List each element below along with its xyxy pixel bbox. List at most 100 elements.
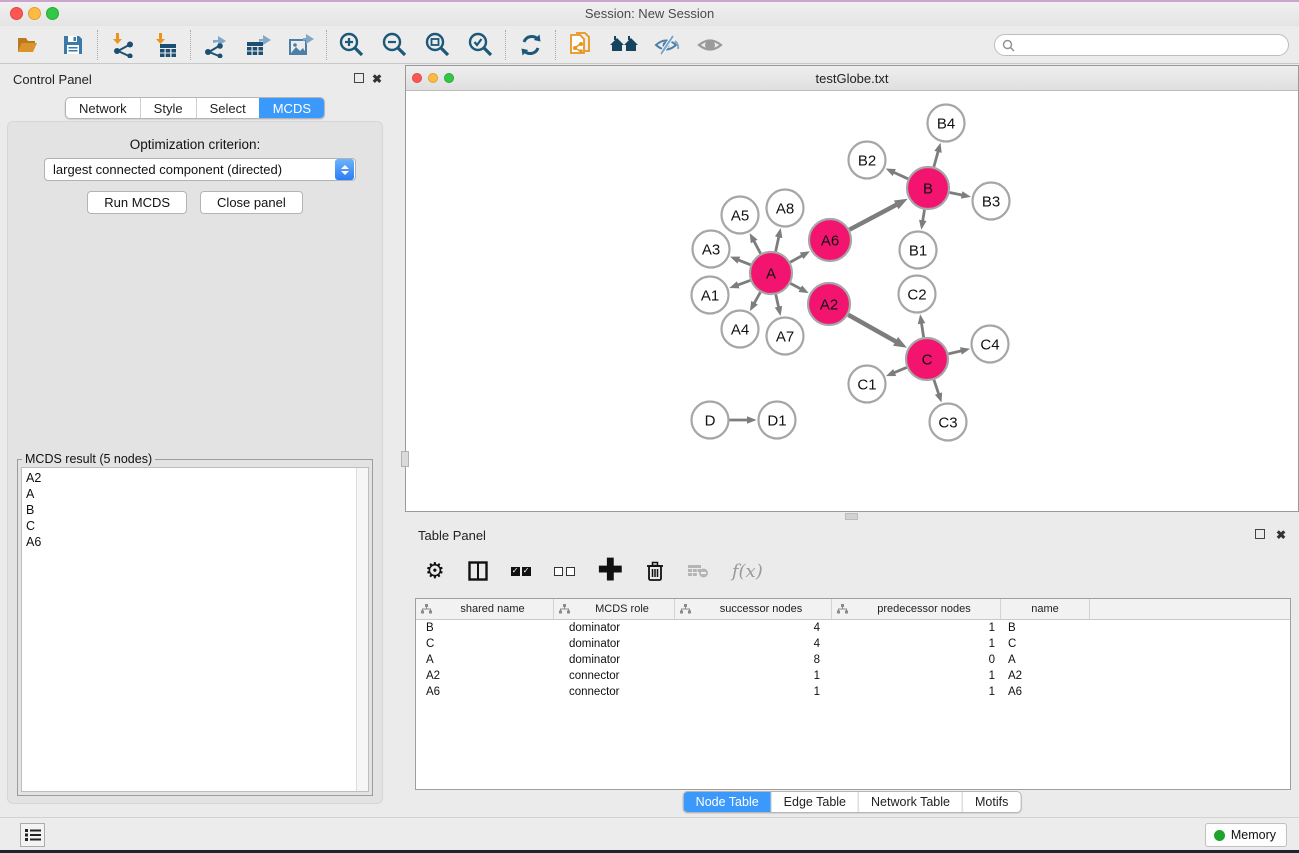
edge-A-A8[interactable] xyxy=(776,236,779,251)
float-panel-button[interactable] xyxy=(354,73,366,85)
mcds-result-item[interactable]: A2 xyxy=(22,470,368,486)
apply-layout-button[interactable] xyxy=(509,28,552,62)
criterion-select[interactable]: largest connected component (directed) xyxy=(44,158,356,181)
column-header-name[interactable]: name xyxy=(1001,599,1090,619)
zoom-fit-button[interactable] xyxy=(416,28,459,62)
node-B4[interactable]: B4 xyxy=(928,105,965,142)
node-C3[interactable]: C3 xyxy=(930,404,967,441)
run-mcds-button[interactable]: Run MCDS xyxy=(87,191,187,214)
mcds-result-item[interactable]: A6 xyxy=(22,534,368,550)
delete-columns-button[interactable] xyxy=(646,561,664,582)
tab-node-table[interactable]: Node Table xyxy=(684,792,771,812)
delete-table-button[interactable] xyxy=(687,563,709,579)
table-row[interactable]: A2connector11A2 xyxy=(416,668,1290,684)
node-D1[interactable]: D1 xyxy=(759,402,796,439)
export-image-button[interactable] xyxy=(280,28,323,62)
search-input[interactable] xyxy=(1019,36,1288,54)
edge-B-B1[interactable] xyxy=(923,210,925,222)
edge-B-B3[interactable] xyxy=(950,192,963,195)
open-browser-button[interactable] xyxy=(602,28,645,62)
table-row[interactable]: Cdominator41C xyxy=(416,636,1290,652)
node-B[interactable]: B xyxy=(907,167,949,209)
node-A6[interactable]: A6 xyxy=(809,219,851,261)
edge-A-A6[interactable] xyxy=(790,255,802,262)
mcds-result-item[interactable]: C xyxy=(22,518,368,534)
node-D[interactable]: D xyxy=(692,402,729,439)
node-A5[interactable]: A5 xyxy=(722,197,759,234)
node-A2[interactable]: A2 xyxy=(808,283,850,325)
open-file-button[interactable] xyxy=(8,28,51,62)
zoom-out-button[interactable] xyxy=(373,28,416,62)
scrollbar-track[interactable] xyxy=(356,468,368,791)
edge-A-A7[interactable] xyxy=(776,294,779,307)
edge-B-B2[interactable] xyxy=(893,172,908,179)
create-column-button[interactable]: ✚ xyxy=(598,559,623,583)
table-settings-button[interactable]: ⚙ xyxy=(425,560,445,582)
node-A7[interactable]: A7 xyxy=(767,318,804,355)
table-row[interactable]: Adominator80A xyxy=(416,652,1290,668)
node-A[interactable]: A xyxy=(750,252,792,294)
node-C4[interactable]: C4 xyxy=(972,326,1009,363)
close-panel-button[interactable]: Close panel xyxy=(200,191,303,214)
close-table-panel-icon[interactable]: ✖ xyxy=(1275,529,1287,541)
edge-C-C3[interactable] xyxy=(934,380,939,395)
new-network-button[interactable] xyxy=(559,28,602,62)
mcds-result-list[interactable]: A2ABCA6 xyxy=(21,467,369,792)
table-row[interactable]: Bdominator41B xyxy=(416,620,1290,636)
edge-A-A3[interactable] xyxy=(738,260,751,265)
float-table-panel-button[interactable] xyxy=(1255,529,1267,541)
close-panel-icon[interactable]: ✖ xyxy=(371,73,383,85)
task-history-button[interactable] xyxy=(20,823,45,847)
function-builder-button[interactable]: f(x) xyxy=(732,561,763,582)
edge-A-A5[interactable] xyxy=(754,241,761,254)
node-C[interactable]: C xyxy=(906,338,948,380)
edge-C-C2[interactable] xyxy=(921,323,923,338)
edge-A6-B[interactable] xyxy=(849,204,897,229)
column-header-predecessor-nodes[interactable]: predecessor nodes xyxy=(832,599,1001,619)
edge-B-B4[interactable] xyxy=(934,151,938,167)
show-all-button[interactable] xyxy=(688,28,731,62)
column-header-MCDS-role[interactable]: MCDS role xyxy=(554,599,675,619)
column-header-shared-name[interactable]: shared name xyxy=(416,599,554,619)
node-A4[interactable]: A4 xyxy=(722,311,759,348)
tab-mcds[interactable]: MCDS xyxy=(259,98,324,118)
tab-select[interactable]: Select xyxy=(196,98,259,118)
node-A1[interactable]: A1 xyxy=(692,277,729,314)
export-network-button[interactable] xyxy=(194,28,237,62)
tab-style[interactable]: Style xyxy=(140,98,196,118)
import-network-button[interactable] xyxy=(101,28,144,62)
node-C2[interactable]: C2 xyxy=(899,276,936,313)
show-columns-button[interactable] xyxy=(468,561,488,581)
node-B1[interactable]: B1 xyxy=(900,232,937,269)
save-session-button[interactable] xyxy=(51,28,94,62)
node-B3[interactable]: B3 xyxy=(973,183,1010,220)
select-all-columns-button[interactable] xyxy=(511,567,531,576)
edge-A-A4[interactable] xyxy=(754,292,760,303)
mcds-result-item[interactable]: B xyxy=(22,502,368,518)
edge-A-A1[interactable] xyxy=(737,280,750,285)
edge-A-A2[interactable] xyxy=(790,283,801,289)
export-table-button[interactable] xyxy=(237,28,280,62)
node-A8[interactable]: A8 xyxy=(767,190,804,227)
node-A3[interactable]: A3 xyxy=(693,231,730,268)
network-canvas[interactable]: A A1 A2 A3 A4 A5 A6 A7 A8 B B1 B2 B3 B4 C C1 C2 C3 C4 D D1 xyxy=(407,91,1298,511)
table-row[interactable]: A6connector11A6 xyxy=(416,684,1290,700)
tab-network-table[interactable]: Network Table xyxy=(858,792,962,812)
splitter-grip[interactable] xyxy=(845,513,858,520)
edge-C-C4[interactable] xyxy=(948,351,961,354)
node-C1[interactable]: C1 xyxy=(849,366,886,403)
node-B2[interactable]: B2 xyxy=(849,142,886,179)
hide-selected-button[interactable] xyxy=(645,28,688,62)
zoom-selected-button[interactable] xyxy=(459,28,502,62)
edge-A2-C[interactable] xyxy=(848,315,896,342)
mcds-result-item[interactable]: A xyxy=(22,486,368,502)
tab-network[interactable]: Network xyxy=(66,98,140,118)
zoom-in-button[interactable] xyxy=(330,28,373,62)
edge-C-C1[interactable] xyxy=(894,367,907,372)
tab-motifs[interactable]: Motifs xyxy=(962,792,1020,812)
memory-button[interactable]: Memory xyxy=(1205,823,1287,847)
column-header-successor-nodes[interactable]: successor nodes xyxy=(675,599,832,619)
splitter-grip[interactable] xyxy=(401,451,409,467)
tab-edge-table[interactable]: Edge Table xyxy=(771,792,858,812)
unselect-all-columns-button[interactable] xyxy=(554,567,575,576)
